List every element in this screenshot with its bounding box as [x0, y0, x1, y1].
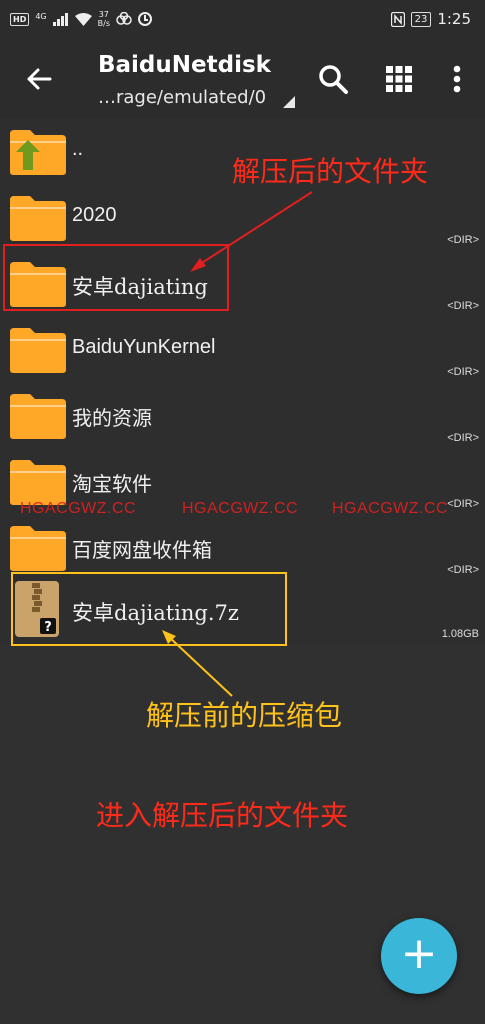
more-vert-icon	[453, 65, 461, 93]
folder-icon	[10, 196, 66, 241]
app-notification-icon	[138, 12, 152, 26]
search-icon	[319, 65, 348, 94]
file-name: ..	[72, 138, 84, 160]
arrow-back-icon	[27, 68, 52, 90]
wifi-icon	[74, 12, 92, 26]
folder-icon	[10, 526, 66, 571]
file-name: 百度网盘收件箱	[72, 540, 212, 562]
path-dropdown-indicator[interactable]	[283, 96, 295, 108]
folder-icon	[10, 394, 66, 439]
toolbar-title: BaiduNetdisk	[98, 52, 271, 78]
file-meta: <DIR>	[447, 432, 479, 444]
battery-indicator: 23	[410, 11, 432, 27]
current-path[interactable]: …rage/emulated/0	[98, 87, 266, 108]
signal-icon	[52, 12, 68, 26]
cloud-app-icon	[116, 12, 132, 25]
nfc-icon	[390, 11, 405, 27]
annotation-arrow-yellow	[162, 630, 233, 697]
file-name: 2020	[72, 204, 117, 226]
watermark-3: HGACGWZ.CC	[332, 500, 449, 517]
watermark-2: HGACGWZ.CC	[182, 500, 299, 517]
folder-icon	[10, 460, 66, 505]
network-speed: 37 B/s	[97, 10, 110, 28]
file-meta: <DIR>	[447, 300, 479, 312]
status-bar: HD 4G 37 B/s 23 1:25	[0, 0, 485, 40]
file-meta: <DIR>	[447, 498, 479, 510]
annotation-before-extract: 解压前的压缩包	[146, 699, 343, 732]
list-item-baidu-inbox[interactable]: 百度网盘收件箱 <DIR>	[0, 514, 485, 580]
list-item-baiduyunkernel[interactable]: BaiduYunKernel <DIR>	[0, 316, 485, 382]
search-button[interactable]	[316, 62, 350, 96]
add-fab-button[interactable]: +	[381, 918, 457, 994]
more-options-button[interactable]	[440, 62, 474, 96]
folder-up-icon	[10, 130, 66, 175]
annotation-enter-folder: 进入解压后的文件夹	[96, 799, 349, 832]
file-meta: <DIR>	[447, 234, 479, 246]
back-button[interactable]	[22, 62, 56, 96]
file-name: 淘宝软件	[72, 474, 152, 496]
plus-icon: +	[400, 928, 438, 979]
list-item-my-resources[interactable]: 我的资源 <DIR>	[0, 382, 485, 448]
grid-view-button[interactable]	[382, 62, 416, 96]
hd-indicator: HD	[10, 12, 30, 26]
annotation-after-extract: 解压后的文件夹	[232, 155, 429, 188]
file-meta: <DIR>	[447, 366, 479, 378]
highlight-box-archive	[11, 572, 287, 646]
file-name: 我的资源	[72, 408, 152, 430]
grid-icon	[386, 66, 412, 92]
network-type: 4G	[35, 11, 47, 21]
clock: 1:25	[437, 10, 471, 28]
app-toolbar: BaiduNetdisk …rage/emulated/0	[0, 40, 485, 118]
file-name: BaiduYunKernel	[72, 336, 216, 358]
file-size: 1.08GB	[441, 628, 479, 640]
file-meta: <DIR>	[447, 564, 479, 576]
folder-icon	[10, 328, 66, 373]
annotation-arrow-red	[190, 191, 313, 272]
watermark-1: HGACGWZ.CC	[20, 500, 137, 517]
